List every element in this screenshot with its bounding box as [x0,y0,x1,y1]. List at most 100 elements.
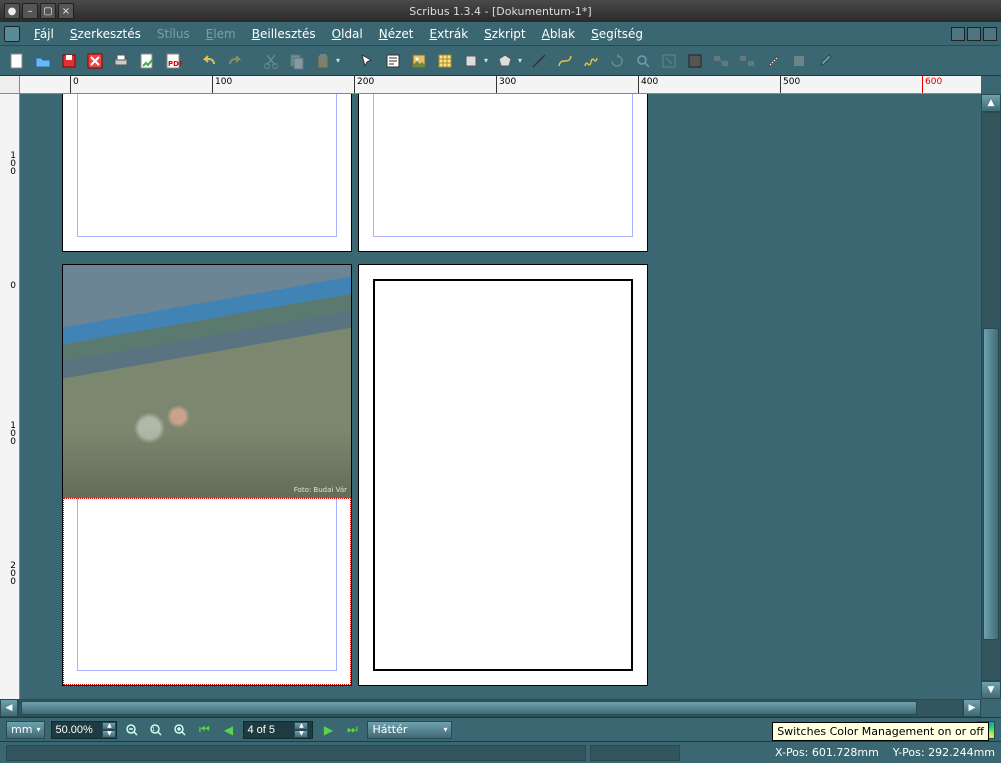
status-progress-cell [590,745,680,761]
next-page-button[interactable]: ▶ [319,721,337,739]
zoom-icon[interactable] [632,50,654,72]
page-input[interactable]: ▲▼ [243,721,313,739]
scroll-right-button[interactable]: ▶ [963,699,981,717]
mdi-close-button[interactable] [983,27,997,41]
status-ypos: Y-Pos: 292.244mm [893,746,995,759]
menu-window[interactable]: Ablak [534,24,583,44]
zoom-input[interactable]: ▲▼ [51,721,117,739]
polygon-icon[interactable] [494,50,516,72]
menu-edit[interactable]: Szerkesztés [62,24,149,44]
scroll-down-button[interactable]: ▼ [981,681,1001,699]
unlink-frames-icon[interactable] [736,50,758,72]
copy-props-icon[interactable] [788,50,810,72]
last-page-button[interactable]: ⏭ [343,721,361,739]
maximize-button[interactable]: ▢ [40,3,56,19]
menu-extras[interactable]: Extrák [422,24,477,44]
zoom-out-icon[interactable] [123,721,141,739]
page[interactable] [359,265,647,685]
layer-selector[interactable]: Háttér▾ [367,721,452,739]
redo-icon[interactable] [224,50,246,72]
unit-selector[interactable]: mm▾ [6,721,45,739]
rotate-icon[interactable] [606,50,628,72]
ruler-tick: 200 [10,562,16,586]
polygon-dropdown-icon[interactable]: ▾ [516,50,524,72]
save-icon[interactable] [58,50,80,72]
new-icon[interactable] [6,50,28,72]
window-titlebar: ● – ▢ × Scribus 1.3.4 - [Dokumentum-1*] [0,0,1001,22]
zoom-step-up[interactable]: ▲ [102,722,116,730]
menu-insert[interactable]: Beillesztés [244,24,324,44]
scroll-thumb[interactable] [21,701,917,715]
menu-file[interactable]: Fájl [26,24,62,44]
ruler-tick: 0 [10,282,16,290]
page[interactable] [359,94,647,251]
empty-frame[interactable] [373,279,633,671]
first-page-button[interactable]: ⏮ [195,721,213,739]
mdi-minimize-button[interactable] [951,27,965,41]
menu-view[interactable]: Nézet [371,24,422,44]
zoom-100-icon[interactable]: 1 [147,721,165,739]
line-icon[interactable] [528,50,550,72]
page[interactable] [63,94,351,251]
eyedropper-icon[interactable] [814,50,836,72]
shape-dropdown-icon[interactable]: ▾ [482,50,490,72]
zoom-step-down[interactable]: ▼ [102,730,116,738]
menu-help[interactable]: Segítség [583,24,651,44]
canvas-viewport[interactable]: Foto: Budai Vár [20,94,981,699]
preflight-icon[interactable] [136,50,158,72]
measure-icon[interactable] [762,50,784,72]
table-icon[interactable] [434,50,456,72]
minimize-button[interactable]: – [22,3,38,19]
paste-dropdown-icon[interactable]: ▾ [334,50,342,72]
menu-style: Stílus [149,24,198,44]
select-tool-icon[interactable] [356,50,378,72]
menu-script[interactable]: Szkript [476,24,533,44]
edit-contents-icon[interactable] [658,50,680,72]
horizontal-scrollbar[interactable]: ◀ ▶ [0,699,981,717]
ruler-tick: 300 [496,76,516,94]
scroll-thumb[interactable] [983,328,999,640]
copy-icon[interactable] [286,50,308,72]
vertical-ruler[interactable]: 100 0 100 200 [0,94,20,699]
prev-page-button[interactable]: ◀ [219,721,237,739]
image-frame[interactable]: Foto: Budai Vár [63,265,351,498]
workspace: 0 100 200 300 400 500 600 100 0 100 200 … [0,76,1001,717]
page[interactable]: Foto: Budai Vár [63,265,351,685]
scroll-left-button[interactable]: ◀ [0,699,18,717]
shape-icon[interactable] [460,50,482,72]
open-icon[interactable] [32,50,54,72]
link-frames-icon[interactable] [710,50,732,72]
bezier-icon[interactable] [554,50,576,72]
story-editor-icon[interactable] [684,50,706,72]
scroll-track[interactable] [981,112,1001,681]
mdi-restore-button[interactable] [967,27,981,41]
close-button[interactable]: × [58,3,74,19]
ruler-tick: 600 [922,76,942,94]
image-frame-icon[interactable] [408,50,430,72]
zoom-in-icon[interactable] [171,721,189,739]
ruler-tick: 500 [780,76,800,94]
page-step-up[interactable]: ▲ [294,722,308,730]
close-doc-icon[interactable] [84,50,106,72]
undo-icon[interactable] [198,50,220,72]
cut-icon[interactable] [260,50,282,72]
tooltip: Switches Color Management on or off [772,722,989,741]
page-field[interactable] [244,724,294,736]
ruler-origin[interactable] [0,76,20,94]
selected-frame[interactable] [63,498,351,685]
paste-icon[interactable] [312,50,334,72]
menu-page[interactable]: Oldal [324,24,371,44]
scroll-track[interactable] [18,699,963,717]
zoom-field[interactable] [52,724,102,736]
app-icon[interactable] [4,26,20,42]
print-icon[interactable] [110,50,132,72]
scroll-up-button[interactable]: ▲ [981,94,1001,112]
pdf-icon[interactable]: PDF [162,50,184,72]
text-frame-icon[interactable] [382,50,404,72]
menu-item: Elem [198,24,244,44]
vertical-scrollbar[interactable]: ▲ ▼ [981,94,1001,699]
horizontal-ruler[interactable]: 0 100 200 300 400 500 600 [20,76,981,94]
page-step-down[interactable]: ▼ [294,730,308,738]
freehand-icon[interactable] [580,50,602,72]
app-menu-icon[interactable]: ● [4,3,20,19]
